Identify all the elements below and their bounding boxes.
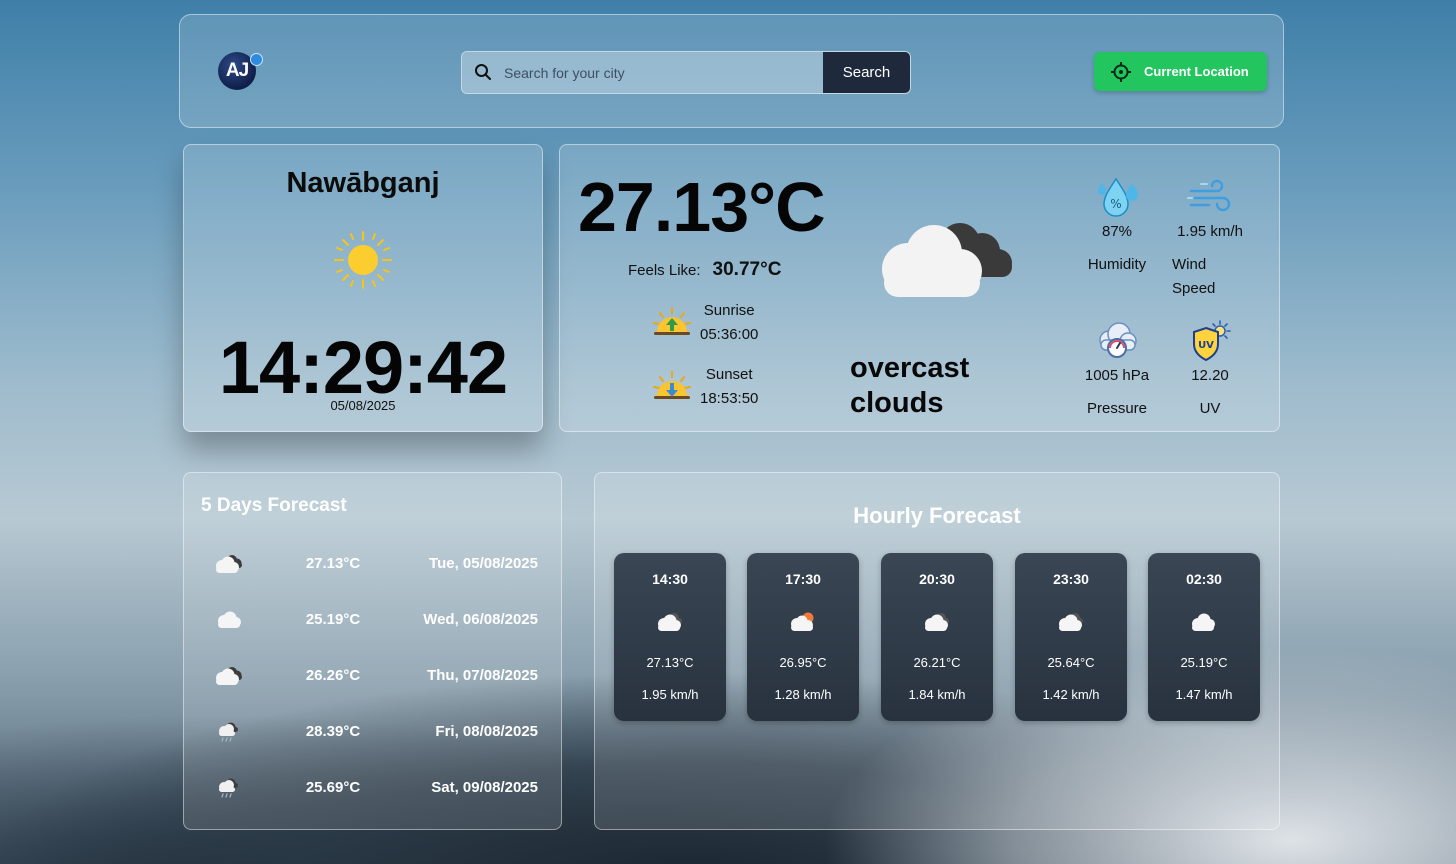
forecast-day-temp: 25.19°C [305, 611, 361, 628]
uv-label: UV [1199, 400, 1221, 417]
current-weather-card: 27.13°C Feels Like: 30.77°C Sunrise 05:3… [559, 144, 1280, 432]
forecast-day-row: 28.39°C Fri, 08/08/2025 [184, 716, 563, 746]
hourly-temp: 27.13°C [646, 655, 694, 670]
cloud-icon [218, 611, 241, 628]
sunset-info: Sunset 18:53:50 [652, 363, 758, 411]
hourly-wind: 1.42 km/h [1042, 687, 1100, 702]
forecast-day-temp: 28.39°C [305, 723, 361, 740]
forecast-day-temp: 25.69°C [305, 779, 361, 796]
hourly-forecast-title: Hourly Forecast [853, 503, 1021, 528]
forecast-day-date: Sat, 09/08/2025 [431, 779, 538, 796]
sun-icon [334, 231, 392, 289]
search-icon [475, 64, 491, 80]
forecast-day-date: Tue, 05/08/2025 [429, 555, 538, 572]
sunrise-icon [653, 307, 691, 335]
pressure-label: Pressure [1086, 400, 1148, 417]
forecast-day-row: 25.19°C Wed, 06/08/2025 [184, 604, 563, 634]
humidity-icon: % [1098, 177, 1138, 217]
forecast-day-date: Thu, 07/08/2025 [427, 667, 538, 684]
crosshair-icon [1111, 61, 1131, 82]
forecast-day-date: Wed, 06/08/2025 [423, 611, 538, 628]
sunset-time: 18:53:50 [700, 390, 759, 407]
rain-icon [219, 722, 238, 742]
humidity-label: Humidity [1087, 256, 1147, 273]
hourly-temp: 25.19°C [1180, 655, 1228, 670]
hourly-time: 20:30 [919, 571, 955, 587]
search-button[interactable]: Search [823, 52, 910, 93]
hourly-item: 02:30 25.19°C 1.47 km/h [1148, 553, 1260, 721]
five-day-forecast-card: 5 Days Forecast 27.13°C Tue, 05/08/2025 … [183, 472, 562, 830]
hourly-item: 23:30 25.64°C 1.42 km/h [1015, 553, 1127, 721]
cloud-icon [1192, 613, 1215, 631]
search-field [462, 52, 823, 93]
sunrise-label: Sunrise [703, 302, 755, 319]
hourly-item: 20:30 26.21°C 1.84 km/h [881, 553, 993, 721]
forecast-day-temp: 27.13°C [305, 555, 361, 572]
forecast-day-row: 25.69°C Sat, 09/08/2025 [184, 772, 563, 802]
cloud-icon [658, 613, 682, 631]
current-location-button[interactable]: Current Location [1094, 52, 1267, 91]
broken-clouds-icon [216, 667, 242, 685]
forecast-day-date: Fri, 08/08/2025 [435, 723, 538, 740]
svg-text:%: % [1110, 197, 1121, 211]
hourly-time: 14:30 [652, 571, 688, 587]
current-location-label: Current Location [1144, 64, 1249, 79]
broken-clouds-icon [216, 555, 242, 573]
sunrise-time: 05:36:00 [700, 326, 759, 343]
hourly-wind: 1.95 km/h [641, 687, 699, 702]
five-day-forecast-title: 5 Days Forecast [201, 495, 347, 516]
hourly-wind: 1.84 km/h [908, 687, 966, 702]
pressure-metric: 1005 hPa Pressure [1076, 319, 1158, 421]
feels-like: Feels Like: 30.77°C [628, 259, 781, 281]
forecast-day-temp: 26.26°C [305, 667, 361, 684]
uv-value: 12.20 [1191, 367, 1229, 384]
logo-badge [250, 53, 263, 66]
partly-cloudy-icon [791, 612, 814, 631]
search-input[interactable] [502, 52, 816, 93]
weather-description: overcast clouds [850, 352, 970, 419]
clock-card: Nawābganj 14:29:42 05/08/2025 [183, 144, 543, 432]
humidity-value: 87% [1101, 223, 1133, 240]
wind-icon [1187, 179, 1231, 212]
forecast-day-row: 26.26°C Thu, 07/08/2025 [184, 660, 563, 690]
forecast-day-row: 27.13°C Tue, 05/08/2025 [184, 548, 563, 578]
wind-label: Wind Speed [1172, 256, 1216, 297]
hourly-time: 23:30 [1053, 571, 1089, 587]
rain-icon [219, 778, 238, 798]
wind-value: 1.95 km/h [1177, 223, 1243, 240]
feels-like-value: 30.77°C [712, 259, 782, 280]
sunset-icon [653, 371, 691, 399]
search-bar: Search [461, 51, 911, 94]
sunrise-info: Sunrise 05:36:00 [652, 299, 758, 347]
cloud-icon [925, 613, 949, 631]
pressure-icon [1099, 322, 1137, 358]
hourly-temp: 25.64°C [1047, 655, 1095, 670]
current-temperature: 27.13°C [578, 168, 826, 246]
humidity-metric: % 87% Humidity [1080, 175, 1154, 277]
header-bar: AJ Search Current Location [179, 14, 1284, 128]
hourly-temp: 26.95°C [779, 655, 827, 670]
hourly-wind: 1.28 km/h [774, 687, 832, 702]
city-name: Nawābganj [286, 167, 440, 199]
hourly-item: 14:30 27.13°C 1.95 km/h [614, 553, 726, 721]
hourly-time: 02:30 [1186, 571, 1222, 587]
hourly-wind: 1.47 km/h [1175, 687, 1233, 702]
wind-metric: 1.95 km/h Wind Speed [1170, 175, 1250, 301]
uv-metric: UV 12.20 UV [1176, 319, 1244, 421]
uv-icon: UV [1193, 320, 1231, 362]
hourly-time: 17:30 [785, 571, 821, 587]
clock-date: 05/08/2025 [330, 398, 396, 413]
hourly-forecast-card: Hourly Forecast 14:30 27.13°C 1.95 km/h … [594, 472, 1280, 830]
pressure-value: 1005 hPa [1084, 367, 1150, 384]
feels-like-label: Feels Like: [628, 262, 701, 279]
hourly-temp: 26.21°C [913, 655, 961, 670]
cloud-icon [1059, 613, 1083, 631]
svg-text:UV: UV [1198, 340, 1214, 351]
overcast-clouds-icon [882, 223, 1012, 297]
hourly-item: 17:30 26.95°C 1.28 km/h [747, 553, 859, 721]
sunset-label: Sunset [705, 366, 753, 383]
